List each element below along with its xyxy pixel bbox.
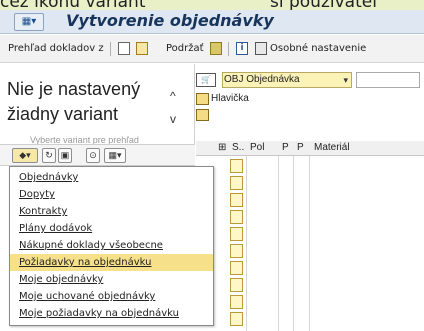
header-label[interactable]: Hlavička (211, 93, 249, 104)
toolbar-separator (110, 42, 111, 56)
grid-row-selector[interactable] (230, 227, 243, 241)
header-icon[interactable] (196, 93, 209, 105)
info-icon[interactable]: i (236, 42, 248, 55)
menu-item-objednavky[interactable]: Objednávky (10, 169, 213, 186)
grid-row-selector[interactable] (230, 176, 243, 190)
scroll-down-icon[interactable]: v (170, 112, 176, 126)
refresh-icon[interactable]: ↻ (42, 148, 56, 163)
grid-header: ⊞ S.. Pol P P Materiál (196, 141, 424, 156)
personal-settings-button[interactable]: Osobné nastavenie (270, 43, 366, 54)
no-variant-text-line2: žiadny variant (7, 104, 119, 124)
menu-item-moje-objednavky[interactable]: Moje objednávky (10, 271, 213, 288)
toolbar-separator (228, 42, 229, 56)
grid-header-icon[interactable]: ⊞ (218, 142, 226, 153)
scroll-up-icon[interactable]: ^ (170, 89, 176, 103)
grid-col-divider (246, 156, 247, 331)
app-menu-icon[interactable]: ▦▾ (14, 13, 44, 31)
personal-settings-icon[interactable] (255, 42, 267, 55)
col-p2[interactable]: P (297, 142, 304, 153)
document-type-value: OBJ Objednávka (224, 74, 300, 85)
new-document-icon[interactable] (118, 42, 130, 55)
document-area: 🛒 OBJ Objednávka ▾ Hlavička (196, 64, 424, 144)
crop-text-left: cez ikonu variant (0, 0, 146, 10)
menu-item-moje-uchovane[interactable]: Moje uchované objednávky (10, 288, 213, 305)
items-icon[interactable] (196, 109, 209, 121)
overview-toggle-button[interactable]: Prehľad dokladov z (8, 43, 104, 54)
variant-selection-icon[interactable]: ◆▾ (12, 148, 38, 163)
document-type-icon: 🛒 (196, 73, 216, 87)
document-number-field[interactable] (356, 72, 420, 88)
col-p1[interactable]: P (282, 142, 289, 153)
grid-col-divider (278, 156, 279, 331)
col-material[interactable]: Materiál (314, 142, 350, 153)
grid-row-selector[interactable] (230, 278, 243, 292)
title-bar: ▦▾ Vytvorenie objednávky (0, 10, 424, 34)
application-toolbar: Prehľad dokladov z Podržať i Osobné nast… (0, 35, 424, 63)
grid-col-divider (293, 156, 294, 331)
grid-row-selector[interactable] (230, 244, 243, 258)
grid-row-selector[interactable] (230, 312, 243, 326)
grid-row-selector[interactable] (230, 261, 243, 275)
chevron-down-icon: ▾ (343, 75, 348, 85)
col-item[interactable]: Pol (250, 142, 264, 153)
menu-item-poziadavky[interactable]: Požiadavky na objednávku (10, 254, 213, 271)
find-icon[interactable]: ⊙ (86, 148, 100, 163)
grid-col-divider (309, 156, 310, 331)
crop-text-right: si používateľ (270, 0, 379, 10)
grid-row-selector[interactable] (230, 295, 243, 309)
grid-row-selector[interactable] (230, 210, 243, 224)
document-type-select[interactable]: OBJ Objednávka ▾ (222, 72, 352, 88)
menu-item-dopyty[interactable]: Dopyty (10, 186, 213, 203)
variant-panel: Nie je nastavený žiadny variant Vyberte … (0, 64, 195, 145)
menu-item-kontrakty[interactable]: Kontrakty (10, 203, 213, 220)
page-title: Vytvorenie objednávky (66, 11, 274, 30)
variant-dropdown-menu: Objednávky Dopyty Kontrakty Plány dodávo… (9, 166, 214, 326)
copy-document-icon[interactable] (136, 42, 148, 55)
menu-item-plany-dodavok[interactable]: Plány dodávok (10, 220, 213, 237)
layout-menu-icon[interactable]: ▦▾ (104, 148, 126, 163)
hold-icon[interactable] (210, 42, 222, 55)
item-grid: ⊞ S.. Pol P P Materiál (196, 141, 424, 331)
save-variant-icon[interactable]: ▣ (58, 148, 72, 163)
grid-row-selector[interactable] (230, 159, 243, 173)
menu-item-nakupne-doklady[interactable]: Nákupné doklady všeobecne (10, 237, 213, 254)
grid-row-selector[interactable] (230, 193, 243, 207)
menu-item-moje-poziadavky[interactable]: Moje požiadavky na objednávku (10, 305, 213, 322)
col-status[interactable]: S.. (232, 142, 244, 153)
top-crop-strip: cez ikonu variant si používateľ (0, 0, 424, 10)
variant-toolbar: ◆▾ ↻ ▣ ⊙ ▦▾ (0, 144, 195, 166)
no-variant-text-line1: Nie je nastavený (7, 79, 141, 99)
hold-button[interactable]: Podržať (166, 43, 204, 54)
